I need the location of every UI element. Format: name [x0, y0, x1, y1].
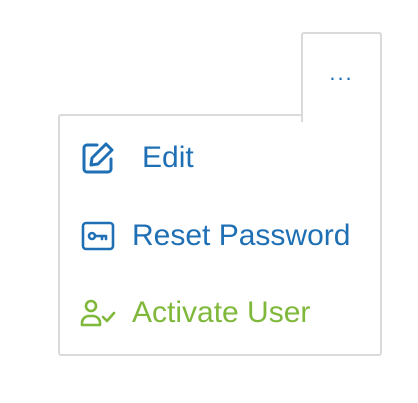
kebab-icon: ...: [329, 60, 354, 85]
menu-item-reset-password[interactable]: Reset Password: [80, 216, 350, 256]
actions-menu: Edit Reset Password Activate User: [58, 114, 382, 356]
edit-icon: [80, 140, 116, 176]
menu-item-label: Activate User: [132, 296, 311, 329]
user-check-icon: [80, 295, 116, 331]
more-actions-button[interactable]: ...: [303, 62, 380, 84]
menu-item-label: Edit: [142, 141, 194, 174]
more-actions-tab: ...: [301, 32, 382, 122]
menu-item-edit[interactable]: Edit: [80, 138, 194, 178]
key-icon: [80, 218, 116, 254]
tab-joint: [303, 114, 380, 118]
menu-item-label: Reset Password: [132, 219, 351, 252]
action-dropdown: ... Edit Reset Password Activate User: [0, 0, 418, 403]
menu-item-activate-user[interactable]: Activate User: [80, 293, 310, 333]
